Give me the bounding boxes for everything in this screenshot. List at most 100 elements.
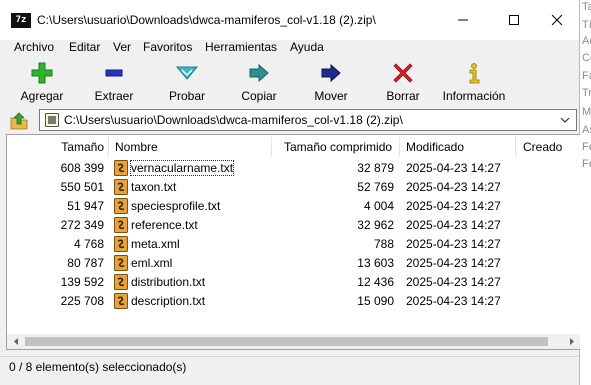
delete-button[interactable]: Borrar bbox=[384, 62, 422, 106]
column-divider bbox=[515, 137, 516, 157]
address-input[interactable]: C:\Users\usuario\Downloads\dwca-mamifero… bbox=[39, 109, 577, 131]
text-file-icon bbox=[114, 198, 128, 214]
up-folder-button[interactable] bbox=[9, 111, 29, 131]
file-size: 139 592 bbox=[60, 275, 104, 289]
background-text-fragment: Tr bbox=[582, 87, 591, 99]
table-row[interactable]: 550 501 taxon.txt 52 769 2025-04-23 14:27 bbox=[7, 178, 580, 197]
menu-ver[interactable]: Ver bbox=[113, 40, 131, 54]
plus-icon bbox=[31, 62, 53, 84]
table-row[interactable]: 80 787 eml.xml 13 603 2025-04-23 14:27 bbox=[7, 254, 580, 273]
file-size: 225 708 bbox=[60, 294, 104, 308]
move-button[interactable]: Mover bbox=[312, 62, 350, 106]
add-label: Agregar bbox=[20, 89, 64, 103]
file-size: 4 768 bbox=[73, 237, 104, 251]
file-name[interactable]: description.txt bbox=[131, 294, 205, 308]
background-text-fragment: Co bbox=[582, 52, 591, 64]
info-button[interactable]: Información bbox=[440, 62, 508, 106]
file-name[interactable]: taxon.txt bbox=[131, 180, 176, 194]
minimize-button[interactable] bbox=[439, 0, 486, 40]
copy-button[interactable]: Copiar bbox=[239, 62, 279, 106]
file-name[interactable]: speciesprofile.txt bbox=[131, 199, 220, 213]
file-list: Tamaño Nombre Tamaño comprimido Modifica… bbox=[6, 134, 580, 350]
test-button[interactable]: Probar bbox=[167, 62, 207, 106]
address-bar: C:\Users\usuario\Downloads\dwca-mamifero… bbox=[0, 108, 579, 134]
file-size: 272 349 bbox=[60, 218, 104, 232]
close-button[interactable] bbox=[533, 0, 580, 40]
header-packed[interactable]: Tamaño comprimido bbox=[284, 140, 392, 154]
file-packed-size: 32 879 bbox=[357, 161, 394, 175]
file-name[interactable]: meta.xml bbox=[131, 237, 180, 251]
file-size: 550 501 bbox=[60, 180, 104, 194]
text-file-icon bbox=[114, 217, 128, 233]
scroll-right-icon[interactable] bbox=[565, 334, 579, 349]
table-row[interactable]: 272 349 reference.txt 32 962 2025-04-23 14:… bbox=[7, 216, 580, 235]
close-icon bbox=[551, 14, 562, 26]
file-packed-size: 15 090 bbox=[357, 294, 394, 308]
copy-arrow-icon bbox=[249, 63, 269, 83]
status-bar: 0 / 8 elemento(s) seleccionado(s) bbox=[0, 352, 579, 385]
maximize-button[interactable] bbox=[490, 0, 537, 40]
app-7z-icon: 7z bbox=[11, 13, 31, 28]
menu-favoritos[interactable]: Favoritos bbox=[143, 40, 192, 54]
file-modified: 2025-04-23 14:27 bbox=[406, 161, 501, 175]
table-row[interactable]: 225 708 description.txt 15 090 2025-04-23 1… bbox=[7, 292, 580, 311]
file-size: 608 399 bbox=[60, 161, 104, 175]
table-row[interactable]: 51 947 speciesprofile.txt 4 004 2025-04-23 … bbox=[7, 197, 580, 216]
background-text-fragment: Fe bbox=[582, 141, 591, 153]
delete-x-icon bbox=[393, 63, 413, 83]
background-window-fragment: Ta Tí Ac Co Fa Tr M As Fe Fe bbox=[580, 0, 591, 385]
file-modified: 2025-04-23 14:27 bbox=[406, 256, 501, 270]
copy-label: Copiar bbox=[241, 89, 277, 103]
move-arrow-icon bbox=[321, 63, 341, 83]
file-name[interactable]: vernacularname.txt bbox=[129, 160, 235, 176]
maximize-icon bbox=[508, 15, 519, 25]
file-name[interactable]: reference.txt bbox=[131, 218, 198, 232]
sevenzip-window: 7z C:\Users\usuario\Downloads\dwca-mamif… bbox=[0, 0, 580, 385]
file-packed-size: 32 962 bbox=[357, 218, 394, 232]
background-text-fragment: Ac bbox=[582, 35, 591, 47]
menu-archivo[interactable]: Archivo bbox=[14, 40, 54, 54]
column-divider bbox=[399, 137, 400, 157]
text-file-icon bbox=[114, 236, 128, 252]
file-name[interactable]: distribution.txt bbox=[131, 275, 205, 289]
info-icon bbox=[469, 63, 480, 84]
column-divider bbox=[271, 137, 272, 157]
info-label: Información bbox=[442, 89, 506, 103]
chevron-down-icon[interactable] bbox=[560, 115, 570, 125]
table-row[interactable]: 4 768 meta.xml 788 2025-04-23 14:27 bbox=[7, 235, 580, 254]
delete-label: Borrar bbox=[386, 89, 420, 103]
add-button[interactable]: Agregar bbox=[20, 62, 64, 106]
header-created[interactable]: Creado bbox=[523, 140, 562, 154]
file-modified: 2025-04-23 14:27 bbox=[406, 180, 501, 194]
scroll-left-icon[interactable] bbox=[9, 334, 23, 349]
header-name[interactable]: Nombre bbox=[115, 140, 158, 154]
address-path: C:\Users\usuario\Downloads\dwca-mamifero… bbox=[64, 113, 403, 127]
scrollbar-thumb[interactable] bbox=[25, 337, 548, 346]
background-text-fragment: As bbox=[582, 124, 591, 136]
file-size: 51 947 bbox=[67, 199, 104, 213]
extract-button[interactable]: Extraer bbox=[93, 62, 135, 106]
table-row[interactable]: 608 399 vernacularname.txt 32 879 2025-04-2… bbox=[7, 159, 580, 178]
table-row[interactable]: 139 592 distribution.txt 12 436 2025-04-23 … bbox=[7, 273, 580, 292]
file-name[interactable]: eml.xml bbox=[131, 256, 172, 270]
menu-ayuda[interactable]: Ayuda bbox=[290, 40, 324, 54]
file-modified: 2025-04-23 14:27 bbox=[406, 275, 501, 289]
file-size: 80 787 bbox=[67, 256, 104, 270]
extract-label: Extraer bbox=[94, 89, 134, 103]
test-label: Probar bbox=[168, 89, 206, 103]
header-size[interactable]: Tamaño bbox=[27, 140, 104, 154]
menu-editar[interactable]: Editar bbox=[69, 40, 100, 54]
window-title: C:\Users\usuario\Downloads\dwca-mamifero… bbox=[37, 13, 376, 27]
move-label: Mover bbox=[314, 89, 348, 103]
column-header: Tamaño Nombre Tamaño comprimido Modifica… bbox=[7, 135, 580, 159]
background-text-fragment: Fe bbox=[582, 158, 591, 170]
background-text-fragment: M bbox=[582, 106, 591, 118]
header-modified[interactable]: Modificado bbox=[406, 140, 464, 154]
file-modified: 2025-04-23 14:27 bbox=[406, 199, 501, 213]
menu-herramientas[interactable]: Herramientas bbox=[205, 40, 277, 54]
title-bar: 7z C:\Users\usuario\Downloads\dwca-mamif… bbox=[0, 0, 579, 40]
horizontal-scrollbar[interactable] bbox=[7, 334, 580, 349]
file-packed-size: 12 436 bbox=[357, 275, 394, 289]
archive-icon bbox=[45, 113, 59, 127]
up-folder-icon bbox=[10, 112, 28, 130]
